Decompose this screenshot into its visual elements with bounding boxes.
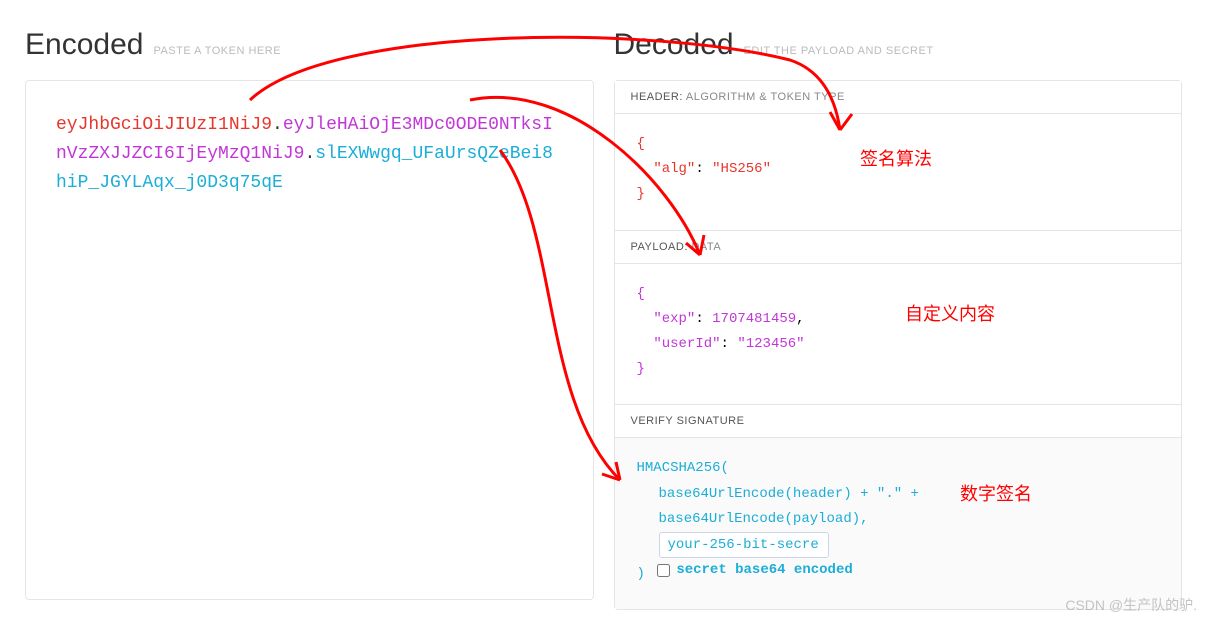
encoded-panel: Encoded PASTE A TOKEN HERE eyJhbGciOiJIU…: [25, 0, 594, 610]
header-section-label: HEADER: ALGORITHM & TOKEN TYPE: [615, 81, 1182, 114]
header-section: HEADER: ALGORITHM & TOKEN TYPE { "alg": …: [615, 81, 1182, 231]
signature-section: VERIFY SIGNATURE HMACSHA256( base64UrlEn…: [615, 405, 1182, 609]
decoded-title: Decoded: [614, 28, 734, 62]
secret-input[interactable]: [659, 532, 829, 558]
watermark: CSDN @生产队的驴.: [1065, 595, 1197, 615]
decoded-box: HEADER: ALGORITHM & TOKEN TYPE { "alg": …: [614, 80, 1183, 610]
sig-func: HMACSHA256(: [637, 460, 729, 476]
sig-close: ): [637, 566, 645, 582]
payload-json-body[interactable]: { "exp": 1707481459, "userId": "123456" …: [615, 264, 1182, 405]
encoded-title: Encoded: [25, 28, 143, 62]
secret-base64-label[interactable]: secret base64 encoded: [676, 558, 852, 583]
signature-body: HMACSHA256( base64UrlEncode(header) + ".…: [615, 438, 1182, 609]
header-json-body[interactable]: { "alg": "HS256" }: [615, 114, 1182, 230]
signature-section-label: VERIFY SIGNATURE: [615, 405, 1182, 438]
sig-line1: base64UrlEncode(header) + "." +: [637, 482, 1160, 507]
header-alg-value: "HS256": [712, 161, 771, 177]
decoded-panel: Decoded EDIT THE PAYLOAD AND SECRET HEAD…: [614, 0, 1183, 610]
sig-line2: base64UrlEncode(payload),: [637, 507, 1160, 532]
token-dot-1: .: [272, 115, 283, 135]
encoded-token-box[interactable]: eyJhbGciOiJIUzI1NiJ9.eyJleHAiOjE3MDc0ODE…: [25, 80, 594, 600]
payload-section: PAYLOAD: DATA { "exp": 1707481459, "user…: [615, 231, 1182, 406]
secret-base64-checkbox[interactable]: [657, 564, 670, 577]
decoded-title-row: Decoded EDIT THE PAYLOAD AND SECRET: [614, 0, 1183, 62]
encoded-title-row: Encoded PASTE A TOKEN HERE: [25, 0, 594, 62]
encoded-subtitle: PASTE A TOKEN HERE: [153, 45, 281, 57]
token-header-part: eyJhbGciOiJIUzI1NiJ9: [56, 115, 272, 135]
payload-exp-value: 1707481459: [712, 311, 796, 327]
payload-section-label: PAYLOAD: DATA: [615, 231, 1182, 264]
decoded-subtitle: EDIT THE PAYLOAD AND SECRET: [744, 45, 934, 57]
payload-userid-value: "123456": [737, 336, 804, 352]
token-dot-2: .: [304, 144, 315, 164]
